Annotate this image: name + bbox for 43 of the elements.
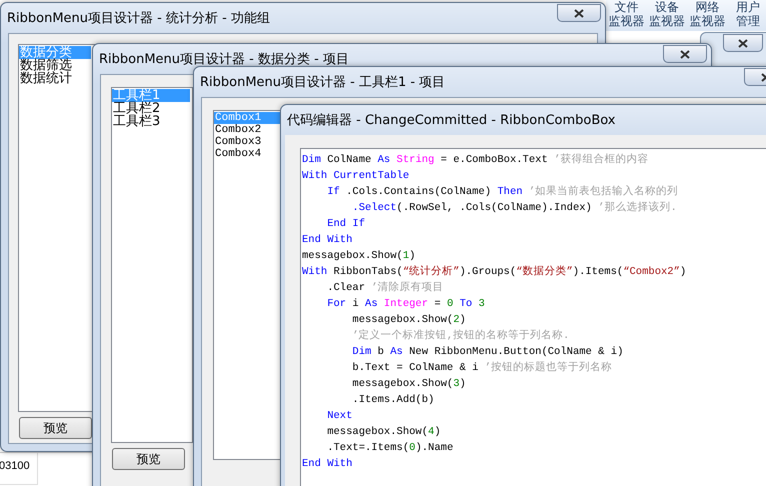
list-item[interactable]: Combox4 [214,148,280,160]
window-title: RibbonMenu项目设计器 - 统计分析 - 功能组 [7,10,270,27]
ribbon-button[interactable]: 用户 管理 [730,0,766,31]
code-line: End With [302,233,354,248]
list-item[interactable]: 工具栏3 [112,115,190,128]
close-icon [738,38,748,48]
code-line: messagebox.Show(3) [351,377,467,392]
code-line: Next [326,409,354,424]
code-line: With RibbonTabs(“统计分析”).Groups(“数据分类”).Items(“Combox2”) [302,264,688,280]
list-item[interactable]: 数据统计 [19,72,91,85]
preview-button[interactable]: 预览 [19,417,92,439]
ribbon-button[interactable]: 设备 监视器 [648,0,685,31]
code-line: messagebox.Show(1) [302,249,416,264]
list-item[interactable]: Combox2 [214,124,280,136]
close-icon [574,8,584,18]
code-line: With CurrentTable [302,169,410,184]
code-line: messagebox.Show(4) [326,425,442,440]
code-line: If .Cols.Contains(ColName) Then ’如果当前表包括输入名称的列 [326,184,680,200]
code-line: .Text=.Items(0).Name [326,441,454,456]
list-item[interactable]: 数据筛选 [19,59,91,72]
code-line: For i As Integer = 0 To 3 [326,297,486,312]
close-button[interactable] [663,45,707,63]
code-line: Dim b As New RibbonMenu.Button(ColName & i) [351,345,624,360]
list-item[interactable]: 工具栏2 [112,102,190,115]
window-title: RibbonMenu项目设计器 - 数据分类 - 项目 [99,51,349,68]
code-line: Dim ColName As String = e.ComboBox.Text ’获得组合框的内容 [302,152,650,168]
preview-button[interactable]: 预览 [112,448,185,470]
window-title: 代码编辑器 - ChangeCommitted - RibbonComboBox [287,112,616,129]
ribbon-button[interactable]: 文件 监视器 [608,0,644,31]
close-button[interactable] [723,34,763,52]
ribbon-button[interactable]: 网络 监视器 [689,0,726,31]
code-line: End With [302,457,354,472]
code-line: .Items.Add(b) [351,393,436,408]
code-line: b.Text = ColName & i ’按钮的标题也等于列名称 [351,360,614,376]
code-line: .Select(.RowSel, .Cols(ColName).Index) ’那么选择该列. [351,200,678,216]
code-line: .Clear ’清除原有项目 [326,280,445,296]
close-button[interactable] [557,4,601,22]
code-line: ’定义一个标准按钮,按钮的名称等于列名称. [351,328,570,344]
close-icon [680,50,690,58]
list-item[interactable]: Combox3 [214,136,280,148]
window-title: RibbonMenu项目设计器 - 工具栏1 - 项目 [200,74,446,91]
code-line: messagebox.Show(2) [351,313,467,328]
code-line: End If [326,217,366,232]
